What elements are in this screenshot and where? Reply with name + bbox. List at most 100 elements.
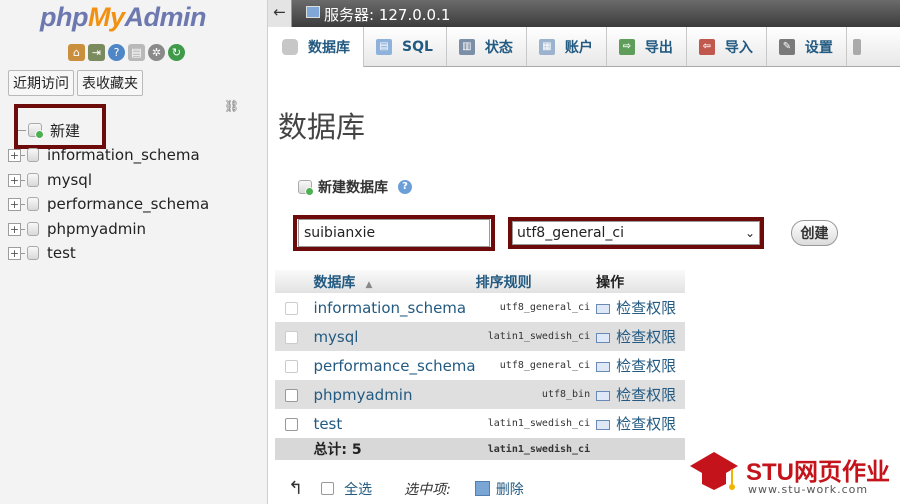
expand-icon[interactable]: + <box>8 222 21 236</box>
database-collation: utf8_general_ci <box>475 351 597 380</box>
tree-item-mysql[interactable]: + mysql <box>8 169 92 191</box>
tab-sql[interactable]: ▤ SQL <box>364 27 447 66</box>
tab-label: SQL <box>402 38 433 55</box>
row-checkbox[interactable] <box>285 418 299 431</box>
total-collation: latin1_swedish_ci <box>475 438 597 460</box>
privileges-icon <box>596 332 611 343</box>
nav-icon-bar: ⌂ ⇥ ? ▤ ✲ ↻ <box>68 44 185 61</box>
expand-icon[interactable]: + <box>8 148 21 162</box>
expand-icon[interactable]: + <box>8 173 21 187</box>
database-name-link[interactable]: test <box>308 409 476 438</box>
logout-icon[interactable]: ⇥ <box>88 44 105 61</box>
tree-item-label: phpmyadmin <box>47 220 147 238</box>
select-arrow-icon: ↰ <box>288 478 304 499</box>
database-name-link[interactable]: phpmyadmin <box>308 380 476 409</box>
help-icon[interactable]: ? <box>108 44 125 61</box>
tree-item-label: test <box>47 244 76 262</box>
tab-more[interactable] <box>847 27 867 66</box>
tab-label: 设置 <box>804 39 833 56</box>
database-name-link[interactable]: mysql <box>308 322 476 351</box>
tab-label: 状态 <box>484 39 513 56</box>
check-privileges-link[interactable]: 检查权限 <box>596 293 685 322</box>
tab-settings[interactable]: ✎ 设置 <box>767 27 847 66</box>
header-action: 操作 <box>596 270 685 293</box>
bulk-action-bar: ↰ 全选 选中项: 删除 <box>288 478 524 499</box>
create-button[interactable]: 创建 <box>791 220 838 246</box>
with-selected-label: 选中项: <box>404 481 451 498</box>
new-database-icon <box>298 180 314 196</box>
database-icon <box>27 246 39 260</box>
table-total-row: 总计: 5 latin1_swedish_ci <box>275 438 685 460</box>
create-database-heading: 新建数据库 ? <box>298 177 412 197</box>
help-icon[interactable]: ? <box>398 180 412 194</box>
database-collation: utf8_bin <box>475 380 597 409</box>
nav-links: 近期访问 表收藏夹 <box>8 70 143 96</box>
privileges-icon <box>596 390 611 401</box>
row-checkbox <box>285 302 299 315</box>
tab-status[interactable]: ▥ 状态 <box>447 27 527 66</box>
tab-export[interactable]: ⇨ 导出 <box>607 27 687 66</box>
link-icon[interactable]: ⛓ <box>224 99 239 113</box>
export-icon: ⇨ <box>618 38 635 55</box>
table-row: test latin1_swedish_ci 检查权限 <box>275 409 685 438</box>
database-collation: latin1_swedish_ci <box>475 409 597 438</box>
favorites-button[interactable]: 表收藏夹 <box>77 70 143 96</box>
delete-icon <box>474 481 490 496</box>
total-label: 总计: 5 <box>308 438 476 460</box>
database-icon <box>27 148 39 162</box>
select-all-label[interactable]: 全选 <box>344 479 372 499</box>
table-row: information_schema utf8_general_ci 检查权限 <box>275 293 685 322</box>
page-title: 数据库 <box>278 110 366 144</box>
row-checkbox[interactable] <box>285 389 299 402</box>
header-checkbox-cell <box>275 270 309 293</box>
expand-icon[interactable]: + <box>8 197 21 211</box>
more-icon <box>852 38 861 55</box>
recent-button[interactable]: 近期访问 <box>8 70 74 96</box>
server-breadcrumb-bar: ← 服务器: 127.0.0.1 <box>268 0 900 27</box>
privileges-icon <box>596 303 611 314</box>
database-name-link[interactable]: information_schema <box>308 293 476 322</box>
tree-item-label: mysql <box>47 171 92 189</box>
server-breadcrumb[interactable]: 服务器: 127.0.0.1 <box>324 4 450 25</box>
graduation-cap-icon <box>690 452 738 490</box>
row-checkbox <box>285 331 299 344</box>
check-privileges-link[interactable]: 检查权限 <box>596 409 685 438</box>
header-collation[interactable]: 排序规则 <box>475 270 597 293</box>
collapse-nav-button[interactable]: ← <box>268 0 292 27</box>
watermark-url: www.stu-work.com <box>748 483 869 496</box>
check-privileges-link[interactable]: 检查权限 <box>596 322 685 351</box>
database-icon <box>27 222 39 236</box>
select-all-checkbox[interactable] <box>321 482 335 495</box>
tab-accounts[interactable]: ▦ 账户 <box>527 27 607 66</box>
database-icon <box>27 197 39 211</box>
main-tab-bar: 数据库 ▤ SQL ▥ 状态 ▦ 账户 ⇨ 导出 ⇦ 导入 ✎ 设置 <box>270 27 900 67</box>
check-privileges-link[interactable]: 检查权限 <box>596 380 685 409</box>
table-row: performance_schema utf8_general_ci 检查权限 <box>275 351 685 380</box>
table-row: mysql latin1_swedish_ci 检查权限 <box>275 322 685 351</box>
reload-icon[interactable]: ↻ <box>168 44 185 61</box>
docs-icon[interactable]: ▤ <box>128 44 145 61</box>
highlight-box <box>508 217 764 249</box>
header-database[interactable]: 数据库 ▲ <box>308 270 476 293</box>
tree-item-performance-schema[interactable]: + performance_schema <box>8 193 209 215</box>
watermark-brand: STU网页作业 <box>746 459 890 486</box>
home-icon[interactable]: ⌂ <box>68 44 85 61</box>
tree-item-test[interactable]: + test <box>8 242 76 264</box>
gear-icon[interactable]: ✲ <box>148 44 165 61</box>
database-name-link[interactable]: performance_schema <box>308 351 476 380</box>
wrench-icon: ✎ <box>778 38 795 55</box>
server-icon <box>306 6 320 18</box>
accounts-icon: ▦ <box>538 38 555 55</box>
tree-item-information-schema[interactable]: + information_schema <box>8 144 200 166</box>
check-privileges-link[interactable]: 检查权限 <box>596 351 685 380</box>
expand-icon[interactable]: + <box>8 246 21 260</box>
tab-import[interactable]: ⇦ 导入 <box>687 27 767 66</box>
phpmyadmin-logo[interactable]: phpMyAdmin <box>40 2 206 33</box>
tab-databases[interactable]: 数据库 <box>270 27 364 67</box>
delete-button[interactable]: 删除 <box>496 479 524 499</box>
status-icon: ▥ <box>458 38 475 55</box>
tree-item-phpmyadmin[interactable]: + phpmyadmin <box>8 218 146 240</box>
table-row: phpmyadmin utf8_bin 检查权限 <box>275 380 685 409</box>
tree-item-label: performance_schema <box>47 195 210 213</box>
database-icon <box>27 173 39 187</box>
